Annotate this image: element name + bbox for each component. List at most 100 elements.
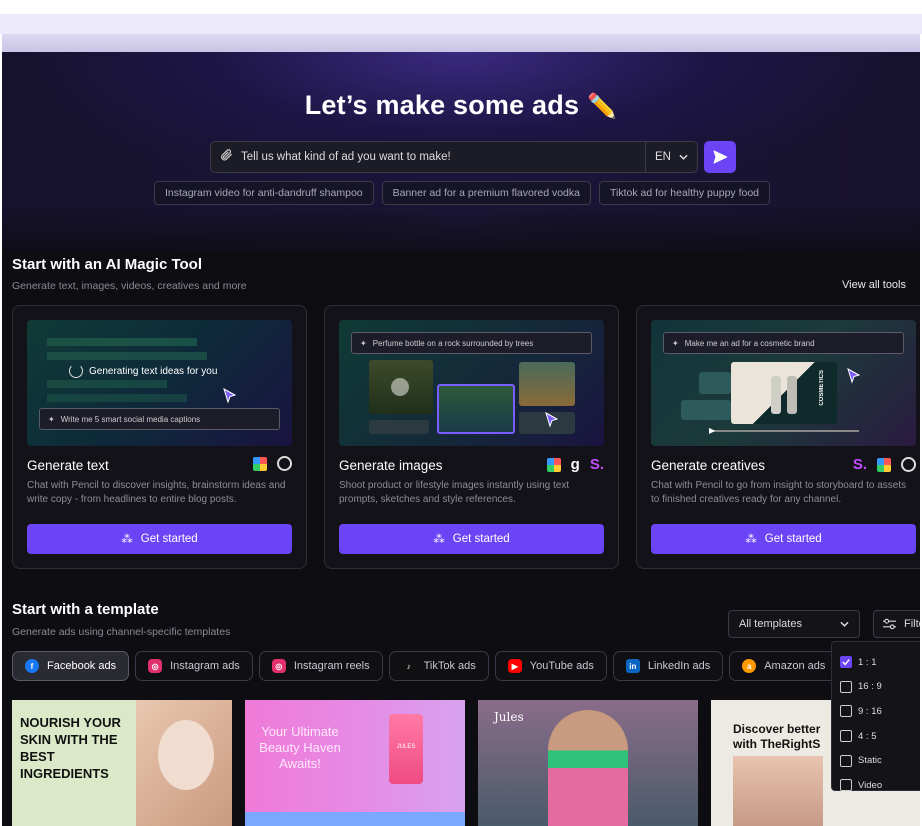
suggestion-chip[interactable]: Instagram video for anti-dandruff shampo… bbox=[153, 181, 374, 205]
checkbox[interactable] bbox=[840, 680, 852, 693]
product-bottle: JULES bbox=[389, 714, 423, 784]
card-description: Shoot product or lifestyle images instan… bbox=[339, 480, 570, 505]
get-started-button[interactable]: ⁂ Get started bbox=[651, 524, 916, 554]
tab-linkedin-ads[interactable]: in LinkedIn ads bbox=[612, 651, 724, 681]
template-thumbnail[interactable]: NOURISH YOUR SKIN WITH THE BEST INGREDIE… bbox=[12, 700, 232, 826]
linkedin-icon: in bbox=[625, 659, 640, 673]
checkbox[interactable] bbox=[840, 730, 852, 743]
cursor-icon bbox=[545, 412, 559, 428]
image-thumb bbox=[519, 362, 575, 406]
paperclip-icon[interactable] bbox=[211, 148, 241, 166]
filter-option-1-1[interactable]: 1 : 1 bbox=[832, 650, 920, 675]
checkbox-checked[interactable] bbox=[840, 656, 852, 669]
tool-card-generate-creatives[interactable]: ✦ Make me an ad for a cosmetic brand COS… bbox=[636, 305, 920, 569]
get-started-button[interactable]: ⁂ Get started bbox=[339, 524, 604, 554]
filter-option-static[interactable]: Static bbox=[832, 748, 920, 773]
person-photo bbox=[548, 710, 628, 826]
creative-thumb: COSMETICS bbox=[731, 362, 837, 424]
gemini-logo-icon bbox=[546, 457, 561, 472]
generate-images-preview: ✦ Perfume bottle on a rock surrounded by… bbox=[339, 320, 604, 446]
s-logo-icon: S. bbox=[852, 456, 867, 473]
tab-instagram-ads[interactable]: ◎ Instagram ads bbox=[135, 651, 253, 681]
suggestion-chips: Instagram video for anti-dandruff shampo… bbox=[2, 181, 920, 205]
filter-option-4-5[interactable]: 4 : 5 bbox=[832, 724, 920, 749]
prompt-input[interactable] bbox=[241, 151, 645, 163]
tab-youtube-ads[interactable]: ▶ YouTube ads bbox=[494, 651, 607, 681]
model-logos bbox=[253, 456, 292, 471]
g-logo-icon: g bbox=[570, 456, 580, 473]
hero-title-text: Let’s make some ads bbox=[304, 90, 580, 120]
app-main: Let’s make some ads ✏️ EN Instagram video… bbox=[2, 52, 920, 826]
filter-option-9-16[interactable]: 9 : 16 bbox=[832, 699, 920, 724]
card-title: Generate creatives bbox=[651, 458, 766, 473]
tiktok-icon: ♪ bbox=[401, 659, 416, 673]
magic-wand-icon: ✦ bbox=[360, 338, 367, 348]
model-logos: S. bbox=[853, 456, 916, 473]
suggestion-chip[interactable]: Tiktok ad for healthy puppy food bbox=[598, 181, 771, 205]
checkbox[interactable] bbox=[840, 779, 852, 792]
channel-tabs: f Facebook ads ◎ Instagram ads ◎ Instagr… bbox=[12, 651, 839, 681]
model-logos: g S. bbox=[546, 456, 604, 473]
play-icon: ▶ bbox=[709, 426, 716, 435]
cursor-icon bbox=[223, 388, 237, 404]
instagram-icon: ◎ bbox=[148, 659, 163, 673]
magic-wand-icon: ⁂ bbox=[433, 534, 445, 546]
magic-wand-icon: ⁂ bbox=[745, 534, 757, 546]
tab-instagram-reels[interactable]: ◎ Instagram reels bbox=[258, 651, 383, 681]
get-started-button[interactable]: ⁂ Get started bbox=[27, 524, 292, 554]
face-photo bbox=[733, 756, 823, 826]
sliders-icon bbox=[883, 618, 896, 630]
suggestion-chip[interactable]: Banner ad for a premium flavored vodka bbox=[381, 181, 591, 205]
instagram-icon: ◎ bbox=[271, 659, 286, 673]
tab-amazon-ads[interactable]: a Amazon ads bbox=[729, 651, 839, 681]
tool-card-generate-text[interactable]: Generating text ideas for you ✦ Write me… bbox=[12, 305, 307, 569]
tab-tiktok-ads[interactable]: ♪ TikTok ads bbox=[388, 651, 489, 681]
filter-option-16-9[interactable]: 16 : 9 bbox=[832, 675, 920, 700]
gemini-logo-icon bbox=[253, 456, 267, 471]
amazon-icon: a bbox=[742, 659, 757, 673]
face-photo bbox=[136, 700, 232, 826]
filter-option-video[interactable]: Video bbox=[832, 773, 920, 798]
hero-title: Let’s make some ads ✏️ bbox=[2, 90, 920, 121]
filter-menu: 1 : 1 16 : 9 9 : 16 4 : 5 Static Video bbox=[831, 641, 920, 792]
checkbox[interactable] bbox=[840, 705, 852, 718]
chevron-down-icon bbox=[840, 621, 849, 627]
gemini-logo-icon bbox=[877, 457, 891, 472]
generate-creatives-preview: ✦ Make me an ad for a cosmetic brand COS… bbox=[651, 320, 916, 446]
send-icon bbox=[713, 150, 728, 164]
image-prompt-bar: ✦ Perfume bottle on a rock surrounded by… bbox=[351, 332, 592, 354]
filter-button[interactable]: Filte bbox=[873, 610, 920, 638]
view-all-tools-link[interactable]: View all tools bbox=[842, 279, 906, 291]
template-thumbnail[interactable]: Your Ultimate Beauty Haven Awaits! JULES bbox=[245, 700, 465, 826]
generating-status: Generating text ideas for you bbox=[69, 364, 217, 378]
youtube-icon: ▶ bbox=[507, 659, 522, 673]
card-description: Chat with Pencil to go from insight to s… bbox=[651, 480, 907, 505]
tool-card-generate-images[interactable]: ✦ Perfume bottle on a rock surrounded by… bbox=[324, 305, 619, 569]
template-thumbnail[interactable]: Jules bbox=[478, 700, 698, 826]
magic-wand-icon: ⁂ bbox=[121, 534, 133, 546]
generate-text-preview: Generating text ideas for you ✦ Write me… bbox=[27, 320, 292, 446]
openai-logo-icon bbox=[277, 456, 292, 471]
facebook-icon: f bbox=[25, 659, 39, 673]
browser-top-strip bbox=[0, 14, 922, 34]
openai-logo-icon bbox=[901, 457, 916, 472]
templates-section-title: Start with a template bbox=[12, 601, 159, 618]
magic-wand-icon: ✦ bbox=[48, 414, 55, 424]
magic-wand-icon: ✦ bbox=[672, 338, 679, 348]
card-description: Chat with Pencil to discover insights, b… bbox=[27, 480, 286, 505]
timeline-bar bbox=[709, 430, 859, 432]
language-value: EN bbox=[655, 151, 671, 163]
card-title: Generate images bbox=[339, 458, 443, 473]
language-select[interactable]: EN bbox=[645, 142, 697, 172]
pencil-emoji-icon: ✏️ bbox=[587, 93, 618, 120]
card-title: Generate text bbox=[27, 458, 109, 473]
app-header-bar bbox=[2, 34, 920, 52]
templates-section-subtitle: Generate ads using channel-specific temp… bbox=[12, 626, 231, 638]
image-thumb bbox=[369, 360, 433, 414]
templates-dropdown[interactable]: All templates bbox=[728, 610, 860, 638]
prompt-search-bar: EN bbox=[210, 141, 698, 173]
checkbox[interactable] bbox=[840, 754, 852, 767]
send-button[interactable] bbox=[704, 141, 736, 173]
s-logo-icon: S. bbox=[589, 456, 604, 473]
tab-facebook-ads[interactable]: f Facebook ads bbox=[12, 651, 130, 681]
